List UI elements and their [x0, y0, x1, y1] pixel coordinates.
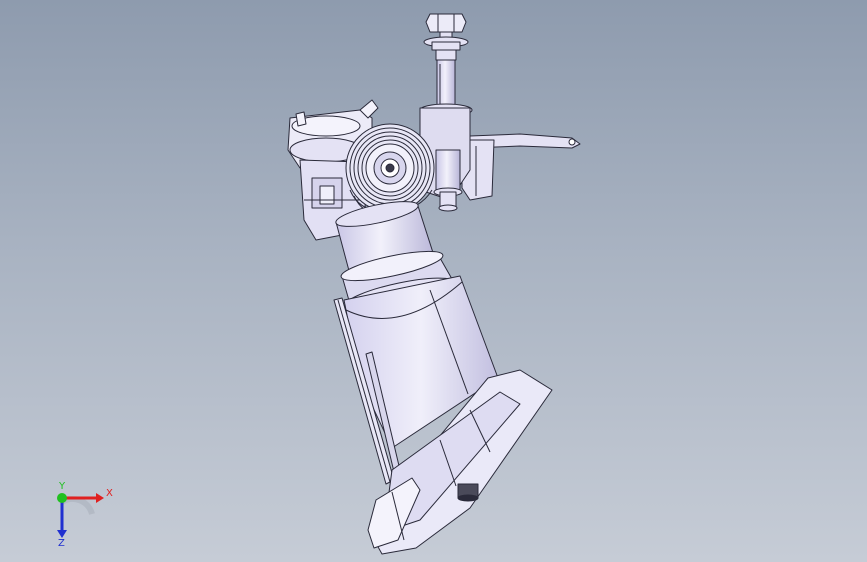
y-axis-dot: [57, 493, 67, 503]
z-axis-arrow: [57, 530, 67, 538]
x-axis-arrow: [96, 493, 104, 503]
triad-arc: [60, 495, 95, 515]
top-bolt[interactable]: [419, 13, 473, 117]
steering-column-model[interactable]: [0, 0, 867, 562]
x-axis-label: X: [106, 488, 113, 499]
orientation-triad: X Y Z: [57, 481, 113, 548]
z-axis-label: Z: [58, 538, 65, 548]
cad-viewport[interactable]: X Y Z: [0, 0, 867, 562]
y-axis-label: Y: [58, 481, 66, 492]
mounting-bracket-arm[interactable]: [461, 133, 581, 201]
adjustment-knob[interactable]: [457, 483, 479, 502]
